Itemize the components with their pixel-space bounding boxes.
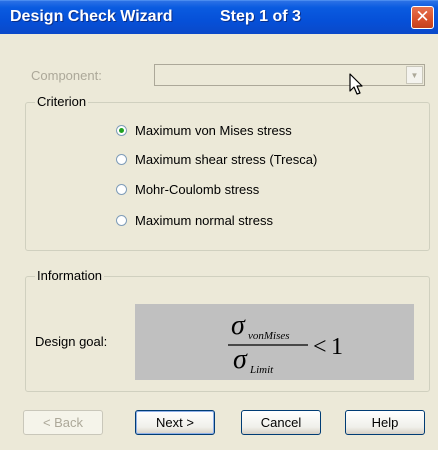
design-goal-label: Design goal: (35, 334, 108, 349)
radio-option-tresca[interactable]: Maximum shear stress (Tresca) (116, 150, 317, 168)
radio-button[interactable] (116, 183, 127, 195)
mouse-pointer-icon (349, 73, 363, 95)
radio-label: Maximum normal stress (135, 212, 273, 228)
component-combobox[interactable]: ▼ (154, 64, 425, 86)
formula-denominator-subscript: Limit (249, 364, 274, 376)
next-button[interactable]: Next > (135, 410, 215, 435)
component-label: Component: (31, 68, 102, 83)
radio-label: Maximum von Mises stress (135, 122, 292, 138)
formula-numerator-subscript: vonMises (248, 330, 290, 342)
formula-rhs: 1 (331, 334, 343, 360)
formula-denominator-symbol: σ (233, 344, 248, 375)
radio-button[interactable] (116, 214, 127, 226)
information-legend: Information (35, 268, 105, 283)
close-button[interactable]: ✕ (411, 6, 434, 29)
radio-button[interactable] (116, 124, 127, 136)
chevron-down-icon: ▼ (410, 71, 419, 80)
radio-label: Maximum shear stress (Tresca) (135, 151, 318, 167)
close-icon: ✕ (415, 7, 430, 27)
wizard-step: Step 1 of 3 (220, 8, 301, 25)
radio-button[interactable] (116, 153, 127, 165)
design-goal-formula: σ vonMises σ Limit < 1 (135, 304, 414, 380)
formula-graphic: σ vonMises σ Limit < 1 (228, 310, 343, 376)
cancel-button[interactable]: Cancel (241, 410, 321, 435)
radio-option-mohr-coulomb[interactable]: Mohr-Coulomb stress (116, 180, 259, 198)
help-button[interactable]: Help (345, 410, 425, 435)
title-bar[interactable]: Design Check Wizard Step 1 of 3 ✕ (0, 0, 438, 34)
formula-numerator-symbol: σ (231, 310, 246, 341)
combo-dropdown-button[interactable]: ▼ (406, 66, 423, 84)
window-title: Design Check Wizard (10, 8, 173, 25)
radio-option-von-mises[interactable]: Maximum von Mises stress (116, 121, 292, 139)
back-button[interactable]: < Back (23, 410, 103, 435)
formula-relation: < (313, 334, 327, 360)
radio-option-max-normal[interactable]: Maximum normal stress (116, 211, 273, 229)
radio-label: Mohr-Coulomb stress (135, 181, 260, 197)
criterion-legend: Criterion (35, 94, 89, 109)
